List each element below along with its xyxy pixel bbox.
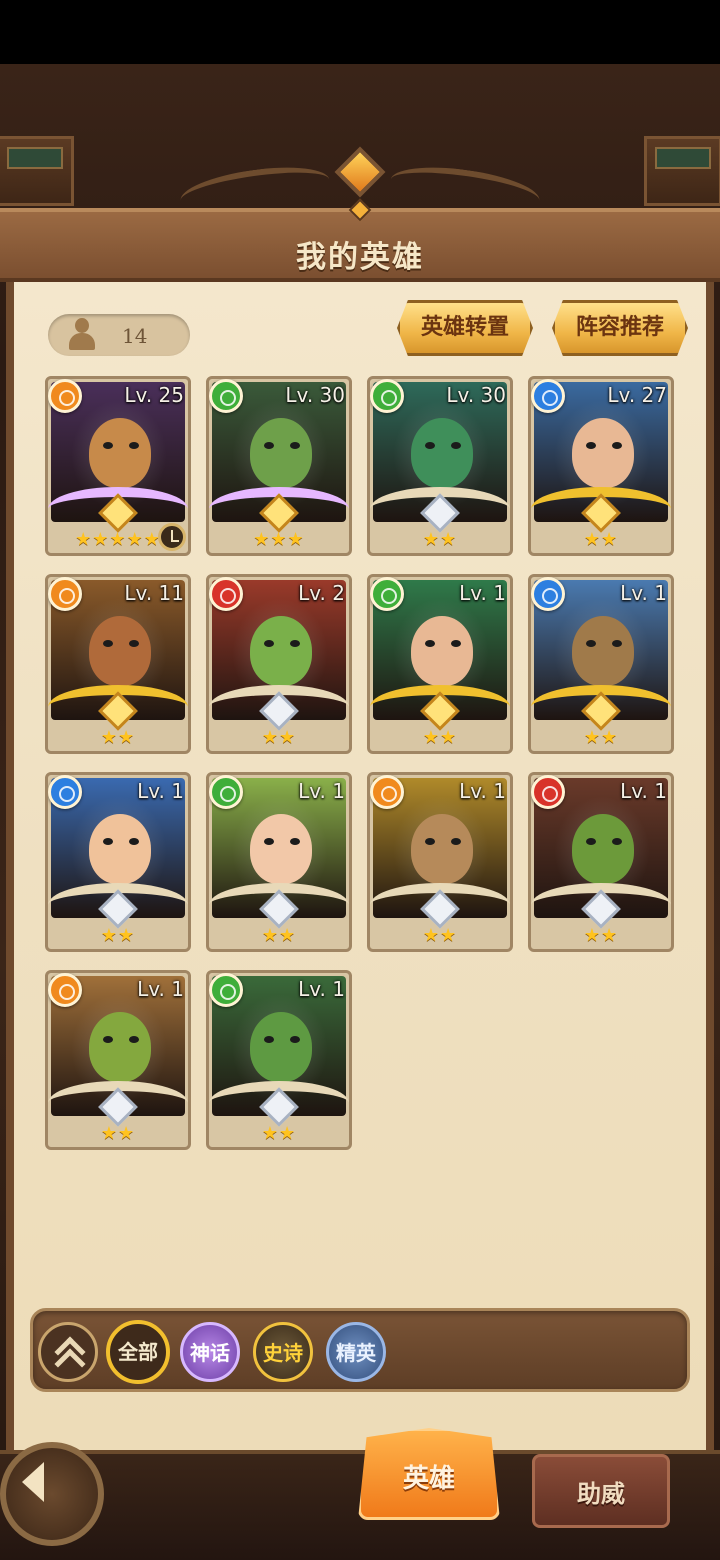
hero-card[interactable]: ★★ Lv. 1	[206, 772, 352, 952]
decor-pillar-right	[644, 136, 720, 206]
hero-card[interactable]: ★★ Lv. 11	[45, 574, 191, 754]
hero-stars: ★★	[100, 727, 136, 748]
hero-card[interactable]: ★★ Lv. 1	[367, 574, 513, 754]
hero-level: Lv. 27	[607, 383, 667, 407]
hero-stars: ★★	[583, 529, 619, 550]
green-element-icon	[370, 577, 404, 611]
orange-element-icon	[48, 973, 82, 1007]
hero-level: Lv. 1	[459, 779, 506, 803]
hero-level: Lv. 1	[298, 779, 345, 803]
hero-level: Lv. 30	[446, 383, 506, 407]
hero-level: Lv. 1	[298, 977, 345, 1001]
hero-level: Lv. 1	[137, 779, 184, 803]
tab-support[interactable]: 助威	[532, 1454, 670, 1528]
hero-level: Lv. 11	[124, 581, 184, 605]
hero-stars: ★★	[100, 1123, 136, 1144]
hero-count-badge: 14	[48, 314, 190, 356]
filter-all[interactable]: 全部	[106, 1320, 170, 1384]
hero-card[interactable]: ★★ Lv. 1	[206, 970, 352, 1150]
hero-stars: ★★	[583, 925, 619, 946]
hero-stars: ★★	[261, 1123, 297, 1144]
person-icon	[66, 318, 98, 352]
filter-elite[interactable]: 精英	[326, 1322, 386, 1382]
hero-transfer-button[interactable]: 英雄转置	[397, 300, 533, 356]
hero-stars: ★★	[422, 727, 458, 748]
decor-pillar-left	[0, 136, 74, 206]
title-bar: 我的英雄	[0, 198, 720, 282]
hero-card[interactable]: ★★ Lv. 1	[528, 574, 674, 754]
hero-stars: ★★	[422, 925, 458, 946]
hero-card[interactable]: ★★ Lv. 1	[528, 772, 674, 952]
hero-card[interactable]: ★★ Lv. 1	[367, 772, 513, 952]
green-element-icon	[209, 775, 243, 809]
orange-element-icon	[370, 775, 404, 809]
hero-stars: ★★	[100, 925, 136, 946]
red-element-icon	[531, 775, 565, 809]
green-element-icon	[370, 379, 404, 413]
hero-card[interactable]: ★★ Lv. 30	[367, 376, 513, 556]
hero-level: Lv. 1	[459, 581, 506, 605]
hero-stars: ★★★	[253, 529, 305, 550]
filter-epic[interactable]: 史诗	[253, 1322, 313, 1382]
filter-myth[interactable]: 神话	[180, 1322, 240, 1382]
clock-icon	[158, 523, 186, 551]
hero-level: Lv. 1	[620, 779, 667, 803]
hero-level: Lv. 1	[137, 977, 184, 1001]
status-bar	[0, 0, 720, 64]
red-element-icon	[209, 577, 243, 611]
hero-stars: ★★	[583, 727, 619, 748]
orange-element-icon	[48, 379, 82, 413]
hero-card[interactable]: ★★ Lv. 27	[528, 376, 674, 556]
hero-level: Lv. 25	[124, 383, 184, 407]
gem-icon	[334, 146, 386, 198]
hero-stars: ★★	[261, 925, 297, 946]
back-button[interactable]	[0, 1442, 104, 1546]
hero-card[interactable]: ★★ Lv. 2	[206, 574, 352, 754]
orange-element-icon	[48, 577, 82, 611]
hero-stars: ★★	[422, 529, 458, 550]
back-arrow-icon	[22, 1462, 44, 1502]
hero-card[interactable]: ★★★ Lv. 30	[206, 376, 352, 556]
hero-level: Lv. 2	[298, 581, 345, 605]
collapse-filter-button[interactable]	[38, 1322, 98, 1382]
tab-heroes[interactable]: 英雄	[358, 1428, 500, 1520]
blue-element-icon	[531, 577, 565, 611]
hero-level: Lv. 30	[285, 383, 345, 407]
hero-stars: ★★	[261, 727, 297, 748]
green-element-icon	[209, 973, 243, 1007]
lineup-recommend-button[interactable]: 阵容推荐	[552, 300, 688, 356]
hero-level: Lv. 1	[620, 581, 667, 605]
hero-card[interactable]: ★★ Lv. 1	[45, 772, 191, 952]
page-title: 我的英雄	[296, 240, 424, 275]
blue-element-icon	[531, 379, 565, 413]
hero-card[interactable]: ★★ Lv. 1	[45, 970, 191, 1150]
hero-count: 14	[122, 324, 148, 348]
hero-card[interactable]: ★★★★★ Lv. 25	[45, 376, 191, 556]
green-element-icon	[209, 379, 243, 413]
blue-element-icon	[48, 775, 82, 809]
